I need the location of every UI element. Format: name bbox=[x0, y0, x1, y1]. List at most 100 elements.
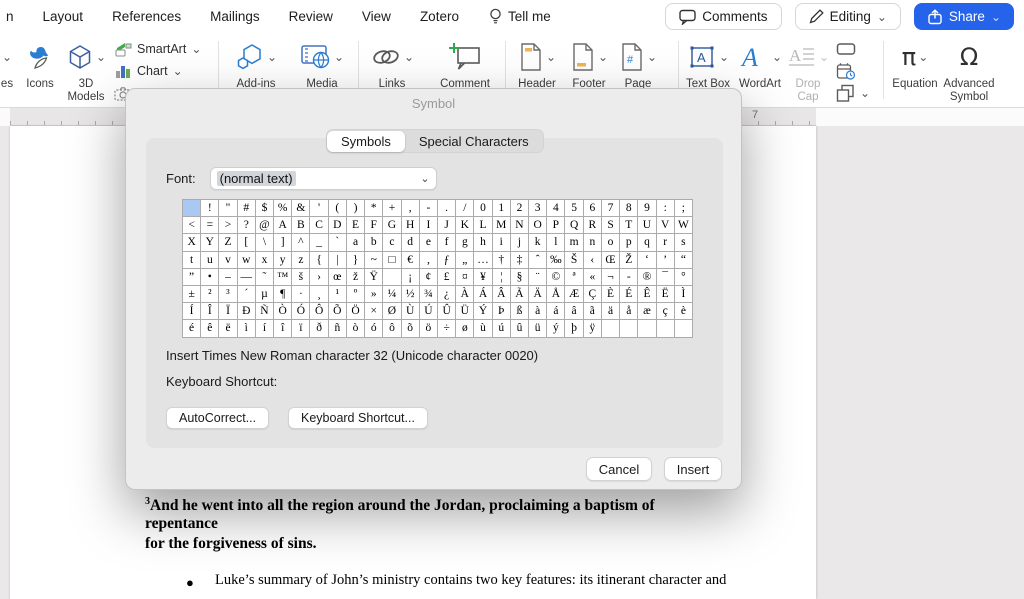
symbol-cell[interactable]: Ÿ bbox=[365, 269, 383, 286]
symbol-cell[interactable]: ƒ bbox=[438, 252, 456, 269]
symbol-cell[interactable]: 4 bbox=[547, 200, 565, 217]
symbol-cell[interactable]: ¿ bbox=[438, 286, 456, 303]
symbol-cell[interactable]: ) bbox=[347, 200, 365, 217]
symbol-cell[interactable]: ³ bbox=[219, 286, 237, 303]
symbol-cell[interactable]: ¤ bbox=[456, 269, 474, 286]
symbol-cell[interactable]: * bbox=[365, 200, 383, 217]
symbol-cell[interactable]: Þ bbox=[493, 303, 511, 320]
symbol-cell[interactable]: [ bbox=[238, 234, 256, 251]
symbol-cell[interactable]: Š bbox=[565, 252, 583, 269]
menu-item-zotero[interactable]: Zotero bbox=[420, 9, 459, 24]
symbol-cell[interactable]: + bbox=[383, 200, 401, 217]
symbol-cell[interactable]: û bbox=[511, 320, 529, 337]
page-number-button[interactable]: # ⌄ Page bbox=[613, 36, 663, 91]
symbol-cell[interactable]: ` bbox=[329, 234, 347, 251]
tab-special-characters[interactable]: Special Characters bbox=[405, 131, 543, 152]
symbol-cell[interactable]: ø bbox=[456, 320, 474, 337]
symbol-cell[interactable]: º bbox=[347, 286, 365, 303]
symbol-cell[interactable]: Ä bbox=[529, 286, 547, 303]
symbol-cell[interactable]: ð bbox=[310, 320, 328, 337]
symbol-cell[interactable]: j bbox=[511, 234, 529, 251]
symbol-cell[interactable]: á bbox=[547, 303, 565, 320]
object-button[interactable]: ⌄ bbox=[836, 82, 878, 104]
symbol-cell[interactable]: r bbox=[657, 234, 675, 251]
symbol-cell[interactable]: « bbox=[584, 269, 602, 286]
symbol-cell[interactable]: H bbox=[402, 217, 420, 234]
symbol-cell[interactable]: ˜ bbox=[256, 269, 274, 286]
symbol-cell[interactable]: n bbox=[584, 234, 602, 251]
symbol-cell[interactable]: Ó bbox=[292, 303, 310, 320]
symbol-cell[interactable]: œ bbox=[329, 269, 347, 286]
symbol-cell[interactable]: Ñ bbox=[256, 303, 274, 320]
symbol-cell[interactable]: ! bbox=[201, 200, 219, 217]
symbol-cell[interactable]: ö bbox=[420, 320, 438, 337]
symbol-cell[interactable]: / bbox=[456, 200, 474, 217]
symbol-cell[interactable]: Â bbox=[493, 286, 511, 303]
symbol-cell[interactable]: 2 bbox=[511, 200, 529, 217]
symbol-cell[interactable]: ‚ bbox=[420, 252, 438, 269]
symbol-cell[interactable]: å bbox=[620, 303, 638, 320]
symbol-cell[interactable] bbox=[675, 320, 693, 337]
menu-item-review[interactable]: Review bbox=[289, 9, 333, 24]
symbol-cell[interactable]: Æ bbox=[565, 286, 583, 303]
menu-item-mailings[interactable]: Mailings bbox=[210, 9, 260, 24]
symbol-cell[interactable]: z bbox=[292, 252, 310, 269]
symbol-cell[interactable]: o bbox=[602, 234, 620, 251]
symbol-cell[interactable]: N bbox=[511, 217, 529, 234]
symbol-cell[interactable]: Ì bbox=[675, 286, 693, 303]
symbol-cell[interactable]: “ bbox=[675, 252, 693, 269]
symbol-cell[interactable]: ® bbox=[638, 269, 656, 286]
symbol-cell[interactable]: ô bbox=[383, 320, 401, 337]
symbol-cell[interactable]: µ bbox=[256, 286, 274, 303]
symbol-cell[interactable]: ì bbox=[238, 320, 256, 337]
symbol-cell[interactable]: ‘ bbox=[638, 252, 656, 269]
comment-button[interactable]: Comment bbox=[430, 36, 500, 91]
symbol-cell[interactable]: ê bbox=[201, 320, 219, 337]
symbol-cell[interactable]: ] bbox=[274, 234, 292, 251]
symbol-cell[interactable]: £ bbox=[438, 269, 456, 286]
tab-symbols[interactable]: Symbols bbox=[327, 131, 405, 152]
symbol-cell[interactable]: a bbox=[347, 234, 365, 251]
symbol-cell[interactable]: 8 bbox=[620, 200, 638, 217]
symbol-cell[interactable]: s bbox=[675, 234, 693, 251]
symbol-cell[interactable]: 9 bbox=[638, 200, 656, 217]
symbol-cell[interactable]: Å bbox=[547, 286, 565, 303]
symbol-cell[interactable]: î bbox=[274, 320, 292, 337]
symbol-cell[interactable]: k bbox=[529, 234, 547, 251]
symbol-cell[interactable]: 3 bbox=[529, 200, 547, 217]
symbol-cell[interactable]: , bbox=[402, 200, 420, 217]
symbol-cell[interactable]: À bbox=[456, 286, 474, 303]
symbol-cell[interactable]: 0 bbox=[474, 200, 492, 217]
symbol-cell[interactable]: ß bbox=[511, 303, 529, 320]
symbol-cell[interactable]: É bbox=[620, 286, 638, 303]
symbol-cell[interactable]: Û bbox=[438, 303, 456, 320]
symbol-cell[interactable]: - bbox=[420, 200, 438, 217]
symbol-cell[interactable]: % bbox=[274, 200, 292, 217]
symbol-cell[interactable]: } bbox=[347, 252, 365, 269]
symbol-cell[interactable]: ‰ bbox=[547, 252, 565, 269]
symbol-cell[interactable]: … bbox=[474, 252, 492, 269]
symbol-cell[interactable]: š bbox=[292, 269, 310, 286]
symbol-cell[interactable]: Q bbox=[565, 217, 583, 234]
symbol-cell[interactable]: h bbox=[474, 234, 492, 251]
symbol-cell[interactable]: 6 bbox=[584, 200, 602, 217]
symbol-cell[interactable]: Í bbox=[183, 303, 201, 320]
symbol-cell[interactable]: # bbox=[238, 200, 256, 217]
symbol-cell[interactable]: ? bbox=[238, 217, 256, 234]
symbol-cell[interactable]: R bbox=[584, 217, 602, 234]
symbol-cell[interactable]: Ð bbox=[238, 303, 256, 320]
symbol-cell[interactable]: - bbox=[620, 269, 638, 286]
symbol-cell[interactable]: ¬ bbox=[602, 269, 620, 286]
symbol-cell[interactable]: = bbox=[201, 217, 219, 234]
frame-button[interactable] bbox=[836, 38, 878, 60]
editing-mode-button[interactable]: Editing ⌄ bbox=[795, 3, 901, 30]
menu-item-layout[interactable]: Layout bbox=[43, 9, 84, 24]
date-time-button[interactable] bbox=[836, 60, 878, 82]
symbol-cell[interactable]: i bbox=[493, 234, 511, 251]
symbol-cell[interactable]: ‡ bbox=[511, 252, 529, 269]
symbol-cell[interactable]: þ bbox=[565, 320, 583, 337]
symbol-cell[interactable]: ; bbox=[675, 200, 693, 217]
symbol-cell[interactable]: _ bbox=[310, 234, 328, 251]
symbol-cell[interactable]: O bbox=[529, 217, 547, 234]
symbol-cell[interactable]: ¡ bbox=[402, 269, 420, 286]
